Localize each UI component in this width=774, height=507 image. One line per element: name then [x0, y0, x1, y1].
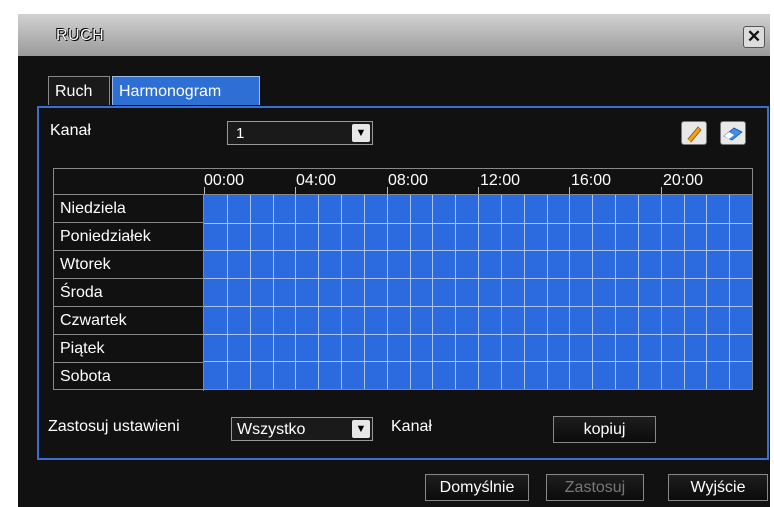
- tab-ruch[interactable]: Ruch: [48, 76, 110, 105]
- pencil-button[interactable]: [681, 121, 707, 145]
- day-label: Czwartek: [60, 312, 127, 329]
- apply-button[interactable]: Zastosuj: [546, 474, 644, 501]
- day-label: Niedziela: [60, 200, 126, 217]
- day-column: Niedziela Poniedziałek Wtorek Środa Czwa…: [54, 195, 204, 391]
- hour-tick: [295, 187, 296, 194]
- hour-label: 08:00: [388, 172, 429, 189]
- apply-target-value: Wszystko: [237, 421, 306, 438]
- hour-label: 12:00: [480, 172, 521, 189]
- hour-tick: [569, 187, 570, 194]
- day-label: Poniedziałek: [60, 228, 151, 245]
- channel-select-value: 1: [236, 125, 245, 142]
- eraser-button[interactable]: [720, 121, 746, 145]
- day-label: Piątek: [60, 340, 105, 357]
- exit-button[interactable]: Wyjście: [668, 474, 768, 501]
- apply-settings-label: Zastosuj ustawieni: [48, 418, 180, 435]
- eraser-icon: [723, 127, 743, 141]
- day-label: Sobota: [60, 368, 111, 385]
- hour-tick: [478, 187, 479, 194]
- close-button[interactable]: ✕: [743, 26, 765, 48]
- title-bar: RUCH ✕: [18, 14, 770, 56]
- hour-header: 00:00 04:00 08:00 12:00 16:00 20:00: [54, 169, 752, 195]
- channel-select[interactable]: 1 ▼: [227, 121, 373, 145]
- schedule-cell-lines[interactable]: [204, 195, 752, 389]
- schedule-grid: 00:00 04:00 08:00 12:00 16:00 20:00 Nied…: [53, 168, 753, 391]
- hour-label: 00:00: [204, 172, 245, 189]
- hour-label: 04:00: [296, 172, 337, 189]
- copy-button[interactable]: kopiuj: [553, 416, 656, 443]
- hour-label: 20:00: [663, 172, 704, 189]
- channel-label: Kanał: [50, 122, 91, 139]
- pencil-icon: [686, 126, 702, 143]
- schedule-cells[interactable]: [204, 195, 752, 389]
- day-label: Wtorek: [60, 256, 111, 273]
- window-title: RUCH: [56, 27, 105, 44]
- day-label: Środa: [60, 284, 103, 301]
- apply-channel-label: Kanał: [391, 418, 432, 435]
- apply-target-select[interactable]: Wszystko ▼: [231, 417, 373, 441]
- chevron-down-icon[interactable]: ▼: [352, 420, 370, 438]
- chevron-down-icon[interactable]: ▼: [352, 124, 370, 142]
- hour-label: 16:00: [571, 172, 612, 189]
- default-button[interactable]: Domyślnie: [425, 474, 529, 501]
- hour-tick: [387, 187, 388, 194]
- hour-tick: [661, 187, 662, 194]
- tab-harmonogram[interactable]: Harmonogram: [112, 76, 260, 105]
- hour-tick: [204, 187, 205, 194]
